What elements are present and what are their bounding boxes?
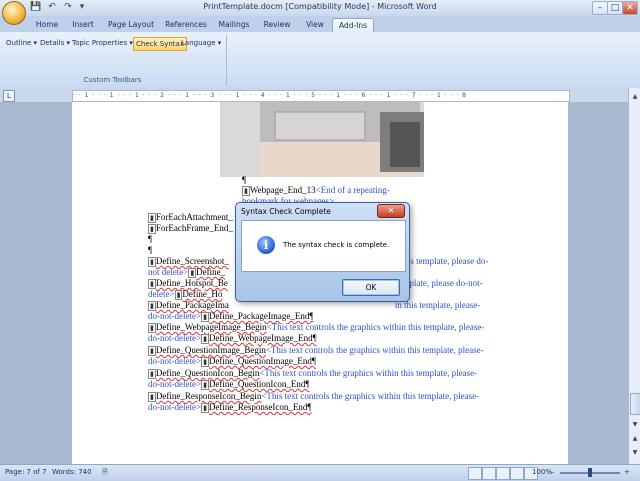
minimize-button[interactable]: –	[592, 1, 608, 15]
doc-line: delete> ▮ Define_Ho	[148, 289, 223, 300]
doc-line: do-not-delete> ▮ Define_ResponseIcon_End¶	[148, 402, 312, 413]
close-button[interactable]: ✕	[622, 1, 638, 15]
tab-home[interactable]: Home	[30, 18, 64, 32]
tab-selector-icon[interactable]: L	[3, 90, 15, 102]
web-layout-icon[interactable]	[496, 467, 510, 480]
webpage-end-line: ▮ Webpage_End_13<End of a repeating-	[242, 185, 390, 196]
doc-line: do-not-delete> ▮ Define_WebpageImage_End¶	[148, 333, 317, 344]
tab-page-layout[interactable]: Page Layout	[104, 18, 158, 32]
horizontal-ruler[interactable]: · · 1 · · · 1 · · · 1 · · · 2 · · · 1 · …	[72, 90, 570, 102]
tab-review[interactable]: Review	[258, 18, 296, 32]
doc-line: ▮ ForEachFrame_End_	[148, 223, 233, 234]
doc-line: do-not-delete> ▮ Define_PackageImage_End¶	[148, 311, 314, 322]
topic-properties-button[interactable]: Topic Properties ▾	[72, 37, 133, 49]
ribbon: Outline ▾ Details ▾ Topic Properties ▾ C…	[0, 32, 640, 89]
next-page-icon[interactable]: ▼	[630, 448, 640, 458]
doc-line: ¶	[148, 245, 153, 255]
ruler-ticks: · · 1 · · · 1 · · · 1 · · · 2 · · · 1 · …	[73, 92, 467, 99]
dialog-title: Syntax Check Complete	[241, 207, 331, 216]
tab-view[interactable]: View	[300, 18, 330, 32]
outline-view-icon[interactable]	[510, 467, 524, 480]
syntax-check-dialog: Syntax Check Complete ✕ i The syntax che…	[235, 202, 410, 302]
dialog-body: i The syntax check is complete.	[241, 220, 406, 272]
zoom-level[interactable]: 100%	[532, 468, 552, 476]
proofing-icon[interactable]: 🗎	[102, 468, 108, 479]
language-button[interactable]: Language ▾	[181, 37, 221, 49]
zoom-slider-thumb[interactable]	[588, 468, 592, 477]
zoom-out-icon[interactable]: –	[551, 468, 555, 476]
field-marker-icon: ▮	[242, 186, 250, 196]
print-layout-icon[interactable]	[468, 467, 482, 480]
doc-line: not delete> ▮ Define_	[148, 267, 226, 278]
tab-insert[interactable]: Insert	[66, 18, 100, 32]
doc-line: do-not-delete> ▮ Define_QuestionIcon_End¶	[148, 379, 310, 390]
scroll-down-icon[interactable]: ▼	[630, 420, 640, 430]
dialog-close-button[interactable]: ✕	[377, 204, 405, 218]
doc-line: do-not-delete> ▮ Define_QuestionImage_End¶	[148, 356, 316, 367]
tab-add-ins[interactable]: Add-Ins	[332, 18, 374, 33]
group-label: Custom Toolbars	[83, 76, 142, 84]
doc-line: ▮ Define_QuestionImage_Begin<This text co…	[148, 345, 484, 356]
vertical-scrollbar[interactable]: ▲ ▼ ▲ ▼	[628, 88, 640, 464]
status-bar: Page: 7 of 7 Words: 740 🗎 100% – +	[0, 464, 640, 481]
tab-mailings[interactable]: Mailings	[214, 18, 254, 32]
doc-line: ▮ Define_ResponseIcon_Begin<This text con…	[148, 391, 480, 402]
tab-references[interactable]: References	[162, 18, 210, 32]
save-icon[interactable]: 💾	[30, 2, 42, 13]
word-count[interactable]: Words: 740	[52, 468, 92, 476]
doc-line: ¶	[148, 234, 153, 244]
full-screen-reading-icon[interactable]	[482, 467, 496, 480]
details-button[interactable]: Details ▾	[40, 37, 70, 49]
customize-qat-icon[interactable]: ▾	[76, 2, 88, 13]
zoom-in-icon[interactable]: +	[624, 468, 630, 476]
ribbon-tabs: Home Insert Page Layout References Maili…	[0, 16, 640, 33]
title-bar: PrintTemplate.docm [Compatibility Mode] …	[0, 0, 640, 17]
ok-button[interactable]: OK	[342, 279, 400, 296]
scroll-thumb[interactable]	[630, 393, 640, 415]
paragraph-mark: ¶	[242, 175, 247, 185]
outline-button[interactable]: Outline ▾	[6, 37, 37, 49]
group-separator	[226, 35, 227, 85]
previous-page-icon[interactable]: ▲	[630, 434, 640, 444]
page-indicator[interactable]: Page: 7 of 7	[5, 468, 47, 476]
scroll-up-icon[interactable]: ▲	[630, 92, 640, 102]
check-syntax-button[interactable]: Check Syntax	[133, 37, 187, 51]
undo-icon[interactable]: ↶	[46, 2, 58, 13]
office-button[interactable]	[2, 1, 26, 25]
doc-line: ▮ ForEachAttachment_	[148, 212, 233, 223]
ruler-area: L · · 1 · · · 1 · · · 1 · · · 2 · · · 1 …	[0, 88, 640, 102]
redo-icon[interactable]: ↷	[62, 2, 74, 13]
maximize-button[interactable]: □	[607, 1, 623, 15]
info-icon: i	[257, 236, 275, 254]
dialog-message: The syntax check is complete.	[283, 241, 390, 249]
doc-line: ▮ Define_QuestionIcon_Begin<This text con…	[148, 368, 478, 379]
doc-line: ▮ Define_WebpageImage_Begin<This text con…	[148, 322, 485, 333]
window-title: PrintTemplate.docm [Compatibility Mode] …	[203, 2, 437, 11]
